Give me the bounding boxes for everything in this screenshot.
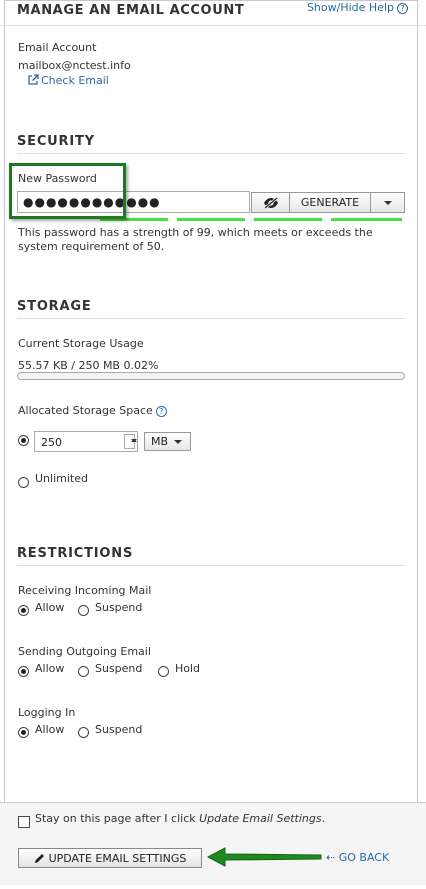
help-label: Show/Hide Help <box>306 1 394 14</box>
stay-prefix: Stay on this page after I click <box>35 812 200 825</box>
security-heading: SECURITY <box>17 134 95 149</box>
pencil-icon <box>34 853 44 863</box>
outgoing-email-label: Sending Outgoing Email <box>18 645 151 658</box>
header-divider <box>0 25 426 26</box>
stay-on-page-label: Stay on this page after I click Update E… <box>35 812 325 825</box>
storage-usage-bar <box>17 372 405 380</box>
restrictions-heading: RESTRICTIONS <box>17 546 134 561</box>
strength-message-line-1: This password has a strength of 99, whic… <box>18 226 373 239</box>
stay-suffix: . <box>321 812 326 825</box>
incoming-allow-radio[interactable] <box>18 605 29 616</box>
allocated-storage-text: Allocated Storage Space <box>18 404 153 417</box>
arrow-annotation <box>206 847 322 867</box>
arrow-left-icon: ⇠ <box>326 851 339 864</box>
incoming-suspend-radio[interactable] <box>78 605 89 616</box>
logging-in-label: Logging In <box>18 706 76 719</box>
login-suspend-radio[interactable] <box>78 727 89 738</box>
new-password-annotation-box <box>9 163 126 219</box>
security-divider <box>17 153 405 154</box>
quota-value: 250 <box>41 436 62 449</box>
outgoing-suspend-label: Suspend <box>95 662 143 675</box>
outgoing-suspend-radio[interactable] <box>78 666 89 677</box>
check-email-link[interactable]: Check Email <box>27 74 109 87</box>
show-hide-help-link[interactable]: Show/Hide Help? <box>307 1 408 14</box>
toggle-password-visibility-button[interactable] <box>252 193 290 212</box>
stay-emphasis: Update Email Settings <box>199 812 322 825</box>
quota-unit-value: MB <box>151 435 169 448</box>
allocated-storage-label: Allocated Storage Space? <box>18 404 167 417</box>
email-account-label: Email Account <box>18 41 97 54</box>
incoming-suspend-label: Suspend <box>95 601 143 614</box>
outgoing-allow-label: Allow <box>35 662 65 675</box>
password-button-group: GENERATE <box>251 192 405 213</box>
generate-options-dropdown[interactable] <box>371 193 404 212</box>
outgoing-hold-label: Hold <box>175 662 201 675</box>
chevron-down-icon <box>174 440 182 444</box>
page-title: MANAGE AN EMAIL ACCOUNT <box>17 3 245 18</box>
login-allow-label: Allow <box>35 723 65 736</box>
email-account-address: mailbox@nctest.info <box>18 59 131 72</box>
chevron-down-icon <box>131 439 137 442</box>
current-storage-label: Current Storage Usage <box>18 337 144 350</box>
quota-unit-select[interactable]: MB <box>144 432 191 451</box>
storage-heading: STORAGE <box>17 299 92 314</box>
login-allow-radio[interactable] <box>18 727 29 738</box>
unlimited-label: Unlimited <box>35 472 88 485</box>
strength-bar-segment <box>331 218 402 221</box>
chevron-down-icon <box>383 200 392 205</box>
strength-message-line-2: system requirement of 50. <box>18 240 165 253</box>
outgoing-allow-radio[interactable] <box>18 666 29 677</box>
quota-unlimited-radio[interactable] <box>18 477 29 488</box>
quota-input[interactable]: 250 <box>34 431 138 452</box>
outgoing-hold-radio[interactable] <box>158 666 169 677</box>
incoming-mail-label: Receiving Incoming Mail <box>18 584 152 597</box>
update-email-settings-button[interactable]: UPDATE EMAIL SETTINGS <box>18 848 202 868</box>
strength-bar-segment <box>254 218 322 221</box>
login-suspend-label: Suspend <box>95 723 143 736</box>
question-circle-icon[interactable]: ? <box>155 405 167 417</box>
storage-usage-text: 55.57 KB / 250 MB 0.02% <box>18 359 159 372</box>
storage-divider <box>17 318 405 319</box>
incoming-allow-label: Allow <box>35 601 65 614</box>
eye-slash-icon <box>263 196 278 209</box>
quota-limited-radio[interactable] <box>18 435 29 446</box>
stay-on-page-checkbox[interactable] <box>18 816 30 828</box>
update-label: UPDATE EMAIL SETTINGS <box>48 851 187 865</box>
question-circle-icon: ? <box>397 2 408 14</box>
generate-password-button[interactable]: GENERATE <box>290 193 371 212</box>
check-email-label: Check Email <box>41 74 109 87</box>
external-link-icon <box>28 74 39 85</box>
quota-stepper[interactable] <box>124 434 137 449</box>
go-back-link[interactable]: ⇠ GO BACK <box>326 851 389 864</box>
restrictions-divider <box>17 565 405 566</box>
go-back-label: GO BACK <box>338 851 390 864</box>
stepper-down[interactable] <box>125 439 137 449</box>
strength-bar-segment <box>177 218 245 221</box>
